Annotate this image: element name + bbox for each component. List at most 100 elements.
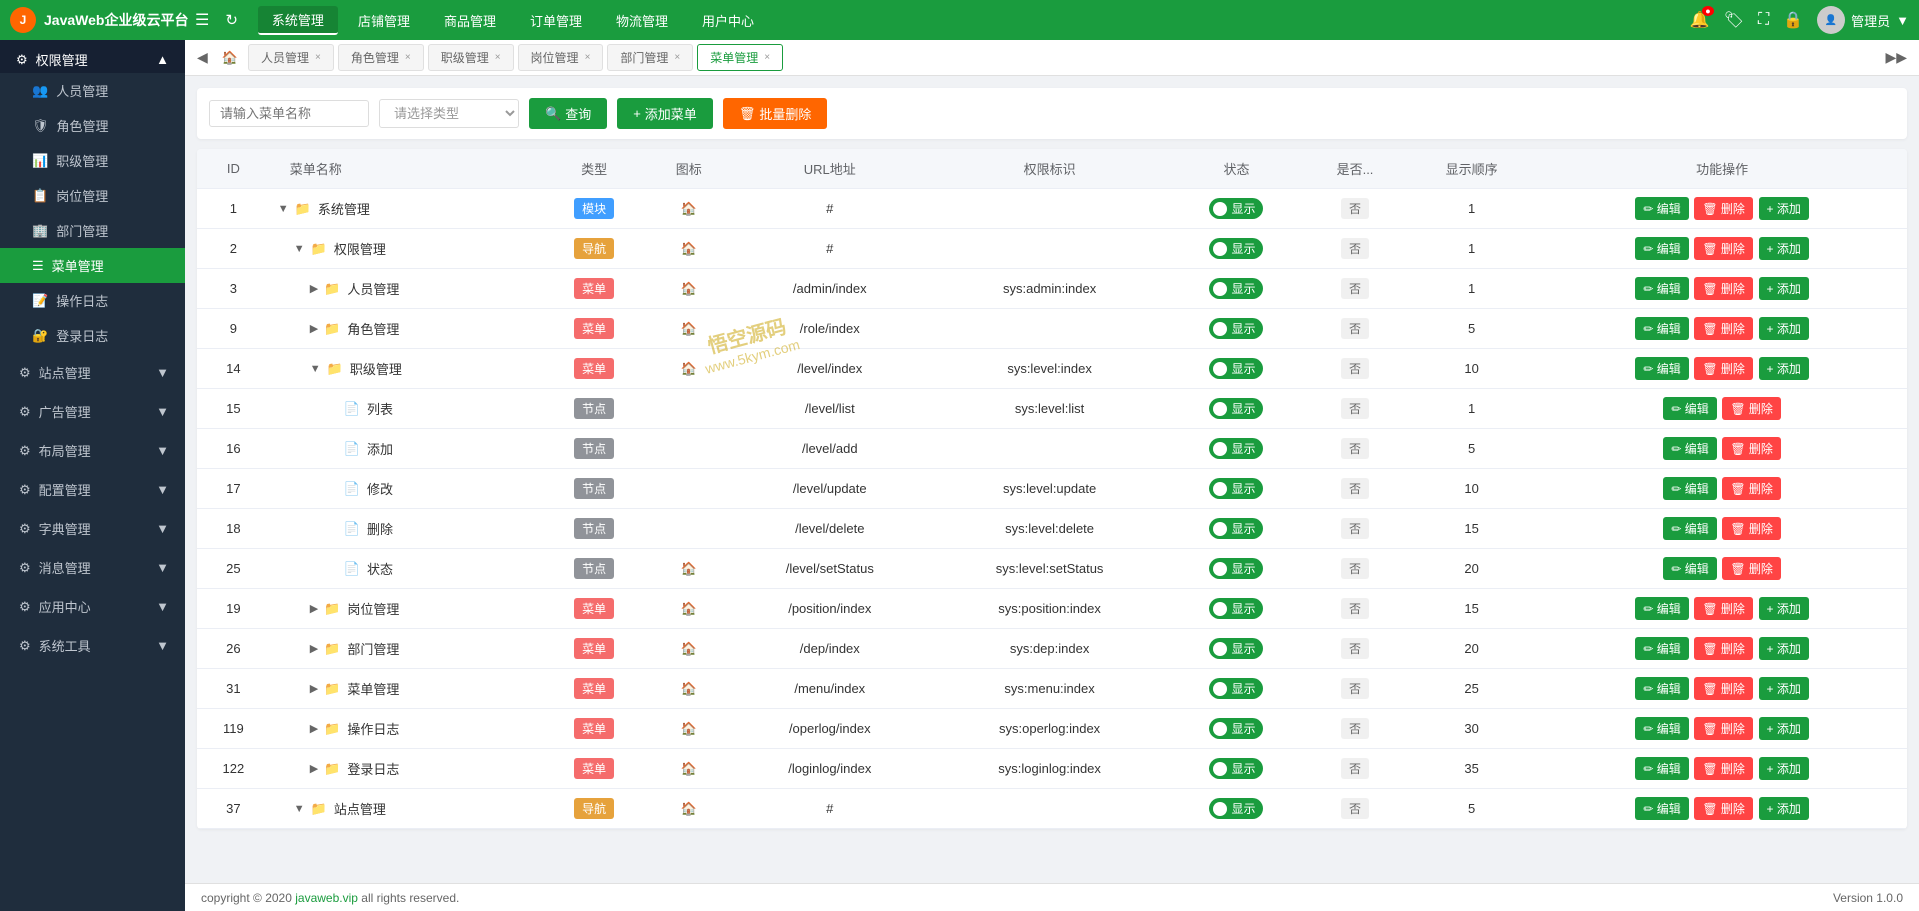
add-child-button[interactable]: + 添加 [1759, 797, 1809, 820]
edit-button[interactable]: ✏ 编辑 [1635, 757, 1688, 780]
tag-icon[interactable]: 🏷 [1724, 10, 1744, 30]
status-toggle[interactable]: 显示 [1209, 638, 1263, 659]
status-toggle[interactable]: 显示 [1209, 518, 1263, 539]
delete-button[interactable]: 🗑 删除 [1694, 277, 1753, 300]
search-button[interactable]: 🔍 查询 [529, 98, 607, 129]
tab-staff[interactable]: 人员管理 × [248, 44, 334, 71]
status-toggle[interactable]: 显示 [1209, 358, 1263, 379]
status-toggle[interactable]: 显示 [1209, 598, 1263, 619]
sidebar-item-config[interactable]: ⚙ 配置管理 ▼ [0, 470, 185, 509]
add-menu-button[interactable]: + 添加菜单 [617, 98, 713, 129]
footer-link[interactable]: javaweb.vip [295, 891, 358, 905]
expand-tree-icon[interactable]: ▶ [310, 602, 318, 615]
edit-button[interactable]: ✏ 编辑 [1635, 317, 1688, 340]
batch-delete-button[interactable]: 🗑 批量删除 [723, 98, 828, 129]
add-child-button[interactable]: + 添加 [1759, 357, 1809, 380]
nav-menu-system[interactable]: 系统管理 [258, 6, 338, 35]
sidebar-group-permission[interactable]: ⚙ 权限管理 ▲ [0, 40, 185, 73]
status-toggle[interactable]: 显示 [1209, 558, 1263, 579]
edit-button[interactable]: ✏ 编辑 [1663, 437, 1716, 460]
delete-button[interactable]: 🗑 删除 [1694, 757, 1753, 780]
edit-button[interactable]: ✏ 编辑 [1635, 797, 1688, 820]
sidebar-item-tools[interactable]: ⚙ 系统工具 ▼ [0, 626, 185, 665]
sidebar-item-site[interactable]: ⚙ 站点管理 ▼ [0, 353, 185, 392]
tab-rank[interactable]: 职级管理 × [428, 44, 514, 71]
status-toggle[interactable]: 显示 [1209, 318, 1263, 339]
nav-menu-user[interactable]: 用户中心 [688, 7, 768, 34]
edit-button[interactable]: ✏ 编辑 [1663, 517, 1716, 540]
delete-button[interactable]: 🗑 删除 [1694, 197, 1753, 220]
expand-tree-icon[interactable]: ▶ [310, 762, 318, 775]
expand-tree-icon[interactable]: ▶ [310, 682, 318, 695]
tab-position[interactable]: 岗位管理 × [518, 44, 604, 71]
tab-role-close[interactable]: × [405, 52, 411, 63]
edit-button[interactable]: ✏ 编辑 [1663, 397, 1716, 420]
tab-staff-close[interactable]: × [315, 52, 321, 63]
status-toggle[interactable]: 显示 [1209, 398, 1263, 419]
sidebar-item-layout[interactable]: ⚙ 布局管理 ▼ [0, 431, 185, 470]
tab-menu-close[interactable]: × [764, 52, 770, 63]
add-child-button[interactable]: + 添加 [1759, 597, 1809, 620]
edit-button[interactable]: ✏ 编辑 [1635, 597, 1688, 620]
collapse-tree-icon[interactable]: ▼ [294, 803, 305, 815]
tab-rank-close[interactable]: × [495, 52, 501, 63]
edit-button[interactable]: ✏ 编辑 [1635, 277, 1688, 300]
tab-position-close[interactable]: × [585, 52, 591, 63]
status-toggle[interactable]: 显示 [1209, 758, 1263, 779]
add-child-button[interactable]: + 添加 [1759, 237, 1809, 260]
delete-button[interactable]: 🗑 删除 [1694, 797, 1753, 820]
sidebar-item-menu[interactable]: ☰ 菜单管理 [0, 248, 185, 283]
expand-tree-icon[interactable]: ▶ [310, 322, 318, 335]
nav-menu-shop[interactable]: 店铺管理 [344, 7, 424, 34]
add-child-button[interactable]: + 添加 [1759, 197, 1809, 220]
expand-tree-icon[interactable]: ▶ [310, 282, 318, 295]
sidebar-item-staff[interactable]: 👥 人员管理 [0, 73, 185, 108]
add-child-button[interactable]: + 添加 [1759, 677, 1809, 700]
tab-role[interactable]: 角色管理 × [338, 44, 424, 71]
fullscreen-icon[interactable]: ⛶ [1758, 11, 1769, 29]
search-name-input[interactable] [209, 100, 369, 127]
notification-icon[interactable]: 🔔● [1690, 10, 1710, 30]
delete-button[interactable]: 🗑 删除 [1694, 237, 1753, 260]
status-toggle[interactable]: 显示 [1209, 198, 1263, 219]
delete-button[interactable]: 🗑 删除 [1722, 477, 1781, 500]
status-toggle[interactable]: 显示 [1209, 798, 1263, 819]
status-toggle[interactable]: 显示 [1209, 238, 1263, 259]
edit-button[interactable]: ✏ 编辑 [1663, 557, 1716, 580]
sidebar-item-dict[interactable]: ⚙ 字典管理 ▼ [0, 509, 185, 548]
tab-dept-close[interactable]: × [674, 52, 680, 63]
status-toggle[interactable]: 显示 [1209, 438, 1263, 459]
sidebar-item-dept[interactable]: 🏢 部门管理 [0, 213, 185, 248]
collapse-tree-icon[interactable]: ▼ [278, 203, 289, 215]
delete-button[interactable]: 🗑 删除 [1694, 677, 1753, 700]
status-toggle[interactable]: 显示 [1209, 278, 1263, 299]
sidebar-item-role[interactable]: 🛡 角色管理 [0, 108, 185, 143]
collapse-tree-icon[interactable]: ▼ [310, 363, 321, 375]
lock-icon[interactable]: 🔒 [1783, 10, 1803, 30]
sidebar-item-message[interactable]: ⚙ 消息管理 ▼ [0, 548, 185, 587]
add-child-button[interactable]: + 添加 [1759, 717, 1809, 740]
delete-button[interactable]: 🗑 删除 [1694, 597, 1753, 620]
type-select[interactable]: 请选择类型 模块 导航 菜单 节点 [379, 99, 519, 128]
tab-home-icon[interactable]: 🏠 [214, 46, 246, 70]
edit-button[interactable]: ✏ 编辑 [1635, 197, 1688, 220]
status-toggle[interactable]: 显示 [1209, 478, 1263, 499]
nav-menu-logistics[interactable]: 物流管理 [602, 7, 682, 34]
sidebar-item-position[interactable]: 📋 岗位管理 [0, 178, 185, 213]
refresh-icon[interactable]: ↻ [225, 11, 238, 29]
edit-button[interactable]: ✏ 编辑 [1635, 637, 1688, 660]
sidebar-item-ad[interactable]: ⚙ 广告管理 ▼ [0, 392, 185, 431]
add-child-button[interactable]: + 添加 [1759, 317, 1809, 340]
expand-tree-icon[interactable]: ▶ [310, 642, 318, 655]
nav-menu-order[interactable]: 订单管理 [516, 7, 596, 34]
tab-prev-arrow[interactable]: ◀ [191, 45, 214, 70]
sidebar-item-rank[interactable]: 📊 职级管理 [0, 143, 185, 178]
add-child-button[interactable]: + 添加 [1759, 277, 1809, 300]
menu-toggle-icon[interactable]: ☰ [195, 10, 209, 30]
delete-button[interactable]: 🗑 删除 [1694, 317, 1753, 340]
add-child-button[interactable]: + 添加 [1759, 637, 1809, 660]
edit-button[interactable]: ✏ 编辑 [1663, 477, 1716, 500]
expand-tree-icon[interactable]: ▶ [310, 722, 318, 735]
delete-button[interactable]: 🗑 删除 [1722, 397, 1781, 420]
sidebar-item-app[interactable]: ⚙ 应用中心 ▼ [0, 587, 185, 626]
